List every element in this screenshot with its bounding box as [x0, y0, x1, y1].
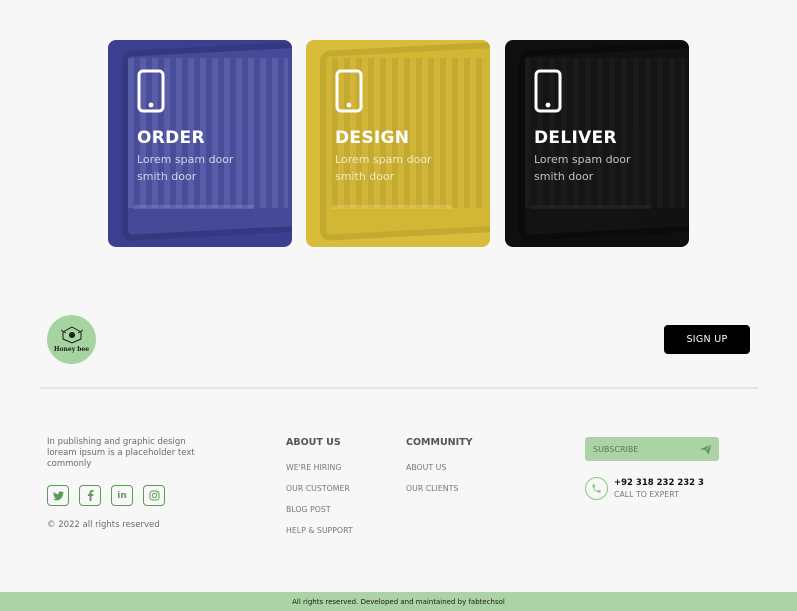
footer-about-column: ABOUT US WE'RE HIRING OUR CUSTOMER BLOG …	[286, 437, 353, 547]
card-design[interactable]: DESIGN Lorem spam door smith door	[306, 40, 490, 247]
phone-icon	[335, 69, 363, 113]
bee-icon	[60, 326, 83, 344]
contact-info: +92 318 232 232 3 CALL TO EXPERT	[585, 477, 704, 500]
link-blog-post[interactable]: BLOG POST	[286, 505, 353, 515]
card-text: Lorem spam door smith door	[335, 153, 432, 183]
card-deliver[interactable]: DELIVER Lorem spam door smith door	[505, 40, 689, 247]
phone-label: CALL TO EXPERT	[614, 489, 679, 499]
logo-text: Honey bee	[53, 346, 90, 353]
card-order[interactable]: ORDER Lorem spam door smith door	[108, 40, 292, 247]
phone-call-icon[interactable]	[585, 477, 608, 500]
subscribe-placeholder: SUBSCRIBE	[593, 444, 639, 454]
link-our-customer[interactable]: OUR CUSTOMER	[286, 484, 353, 494]
card-title: DESIGN	[335, 128, 410, 148]
card-title: ORDER	[137, 128, 205, 148]
footer-community-column: COMMUNITY ABOUT US OUR CLIENTS	[406, 437, 473, 505]
copyright-text: © 2022 all rights reserved	[47, 520, 160, 530]
instagram-icon[interactable]	[143, 485, 165, 506]
card-text: Lorem spam door smith door	[137, 153, 234, 183]
phone-icon	[137, 69, 165, 113]
honey-bee-logo[interactable]: Honey bee	[47, 315, 96, 364]
facebook-icon[interactable]	[79, 485, 101, 506]
link-were-hiring[interactable]: WE'RE HIRING	[286, 463, 353, 473]
divider	[40, 387, 758, 389]
sign-up-button[interactable]: SIGN UP	[664, 325, 750, 354]
phone-icon	[534, 69, 562, 113]
twitter-icon[interactable]	[47, 485, 69, 506]
send-icon[interactable]	[693, 437, 719, 461]
about-heading: ABOUT US	[286, 437, 341, 448]
community-heading: COMMUNITY	[406, 437, 473, 448]
card-text: Lorem spam door smith door	[534, 153, 631, 183]
footer-about-text: In publishing and graphic design loream …	[47, 437, 195, 469]
link-about-us[interactable]: ABOUT US	[406, 463, 473, 473]
page: ORDER Lorem spam door smith door DESIGN …	[0, 0, 797, 611]
link-our-clients[interactable]: OUR CLIENTS	[406, 484, 473, 494]
phone-number: +92 318 232 232 3	[614, 477, 704, 488]
bottom-bar: All rights reserved. Developed and maint…	[0, 592, 797, 611]
linkedin-icon[interactable]: in	[111, 485, 133, 506]
card-title: DELIVER	[534, 128, 617, 148]
linkedin-glyph: in	[117, 490, 127, 501]
social-links: in	[47, 485, 165, 506]
subscribe-input[interactable]: SUBSCRIBE	[585, 437, 719, 461]
link-help-support[interactable]: HELP & SUPPORT	[286, 526, 353, 536]
